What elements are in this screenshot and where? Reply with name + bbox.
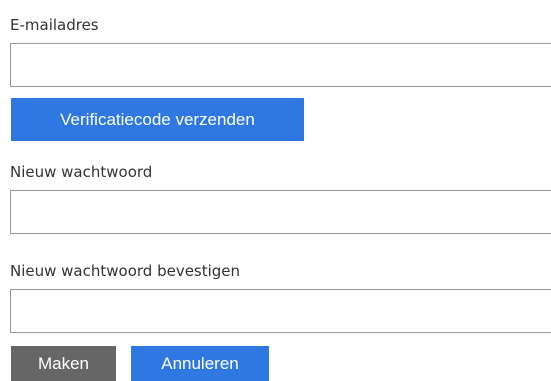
new-password-label: Nieuw wachtwoord — [10, 163, 153, 181]
create-button[interactable]: Maken — [11, 346, 116, 381]
confirm-password-field[interactable] — [10, 289, 551, 333]
confirm-password-label: Nieuw wachtwoord bevestigen — [10, 262, 241, 280]
cancel-button[interactable]: Annuleren — [131, 346, 269, 381]
send-verification-code-button[interactable]: Verificatiecode verzenden — [11, 98, 304, 141]
email-field[interactable] — [10, 43, 551, 87]
new-password-field[interactable] — [10, 190, 551, 234]
email-label: E-mailadres — [10, 16, 99, 34]
